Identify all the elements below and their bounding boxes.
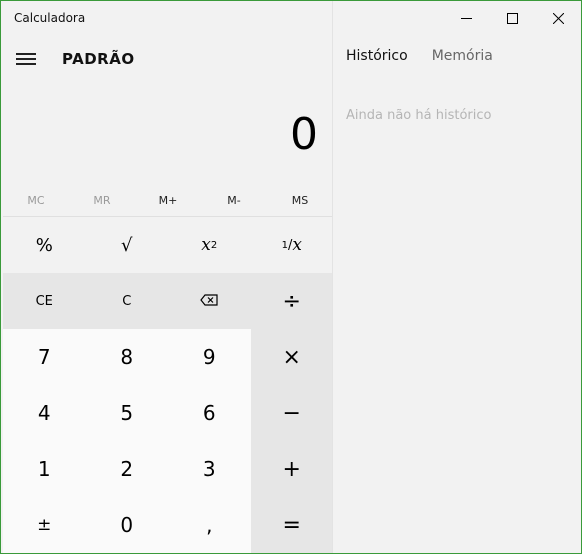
square-root-button[interactable]: √ (86, 217, 169, 273)
result-display: 0 (290, 109, 318, 160)
add-button[interactable]: + (250, 441, 333, 497)
memory-recall-button[interactable]: MR (69, 187, 135, 215)
mode-title: PADRÃO (62, 50, 135, 68)
square-button[interactable]: x2 (168, 217, 251, 273)
backspace-button[interactable] (168, 273, 251, 329)
calculator-window: Calculadora PADRÃO 0 MC MR M+ M- MS % √ … (0, 0, 582, 554)
close-button[interactable] (535, 3, 581, 33)
keypad: CE C ÷ 7 8 9 × 4 5 6 − 1 2 3 + ± 0 , = (3, 273, 333, 553)
empty-history-message: Ainda não há histórico (346, 108, 492, 123)
tab-history[interactable]: Histórico (346, 48, 408, 64)
close-icon (552, 9, 564, 28)
square-exponent-label: 2 (210, 239, 218, 251)
digit-5-button[interactable]: 5 (85, 385, 168, 441)
memory-add-button[interactable]: M+ (135, 187, 201, 215)
reciprocal-button[interactable]: 1/x (251, 217, 334, 273)
maximize-button[interactable] (489, 3, 535, 33)
minimize-button[interactable] (443, 3, 489, 33)
reciprocal-denominator-label: x (292, 235, 302, 255)
divide-button[interactable]: ÷ (250, 273, 333, 329)
maximize-icon (506, 9, 518, 28)
digit-6-button[interactable]: 6 (168, 385, 251, 441)
digit-1-button[interactable]: 1 (3, 441, 86, 497)
digit-9-button[interactable]: 9 (168, 329, 251, 385)
digit-2-button[interactable]: 2 (85, 441, 168, 497)
percent-button[interactable]: % (3, 217, 86, 273)
memory-clear-button[interactable]: MC (3, 187, 69, 215)
backspace-icon (200, 291, 218, 311)
digit-0-button[interactable]: 0 (85, 497, 168, 553)
minimize-icon (460, 9, 472, 28)
function-row: % √ x2 1/x (3, 217, 333, 273)
subtract-button[interactable]: − (250, 385, 333, 441)
clear-entry-button[interactable]: CE (3, 273, 86, 329)
digit-4-button[interactable]: 4 (3, 385, 86, 441)
negate-button[interactable]: ± (3, 497, 86, 553)
multiply-button[interactable]: × (250, 329, 333, 385)
digit-8-button[interactable]: 8 (85, 329, 168, 385)
window-title: Calculadora (14, 11, 86, 25)
clear-button[interactable]: C (85, 273, 168, 329)
hamburger-menu-icon[interactable] (11, 46, 39, 72)
digit-7-button[interactable]: 7 (3, 329, 86, 385)
decimal-button[interactable]: , (168, 497, 251, 553)
equals-button[interactable]: = (250, 497, 333, 553)
memory-row: MC MR M+ M- MS (3, 187, 333, 215)
square-base-label: x (201, 235, 211, 255)
tab-memory[interactable]: Memória (432, 48, 493, 64)
history-panel: Histórico Memória Ainda não há histórico (333, 1, 581, 553)
side-tabs: Histórico Memória (346, 48, 493, 64)
calculator-panel: Calculadora PADRÃO 0 MC MR M+ M- MS % √ … (1, 1, 333, 553)
digit-3-button[interactable]: 3 (168, 441, 251, 497)
memory-subtract-button[interactable]: M- (201, 187, 267, 215)
memory-store-button[interactable]: MS (267, 187, 333, 215)
